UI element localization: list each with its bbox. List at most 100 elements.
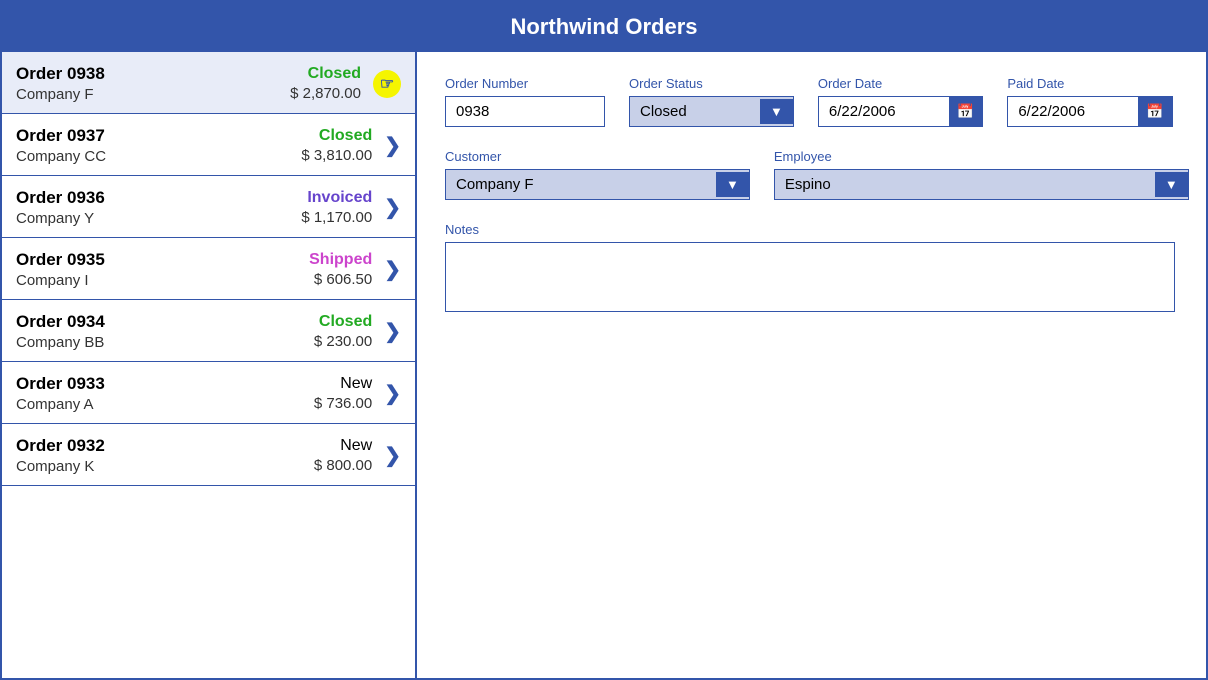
order-title-0932: Order 0932 — [16, 436, 314, 456]
order-company-0936: Company Y — [16, 210, 301, 227]
order-status-badge-0932: New — [340, 437, 372, 455]
order-status-badge-0938: Closed — [308, 65, 361, 83]
order-right-0937: Closed $ 3,810.00 — [301, 127, 372, 164]
order-title-0935: Order 0935 — [16, 250, 309, 270]
order-title-0938: Order 0938 — [16, 64, 290, 84]
order-status-badge-0936: Invoiced — [307, 189, 372, 207]
order-item-0934[interactable]: Order 0934 Company BB Closed $ 230.00 ❯ — [2, 300, 415, 362]
customer-select[interactable]: Company A Company B Company BB Company C… — [446, 170, 716, 199]
order-item-0938[interactable]: Order 0938 Company F Closed $ 2,870.00 ☞ — [2, 52, 415, 114]
order-title-0934: Order 0934 — [16, 312, 314, 332]
form-row-1: Order Number Order Status New Invoiced S… — [445, 76, 1178, 127]
chevron-right-icon-0932: ❯ — [384, 443, 401, 468]
order-info-0935: Order 0935 Company I — [16, 250, 309, 289]
employee-select[interactable]: Espino Freehafer Giussani Hellung-Larsen… — [775, 170, 1155, 199]
order-number-label: Order Number — [445, 76, 605, 91]
app-body: Order 0938Company FClosed$ 2,870.00☞Orde… — [2, 52, 1206, 678]
calendar-icon: 📅 — [957, 103, 974, 120]
notes-label: Notes — [445, 222, 1178, 237]
order-right-0936: Invoiced $ 1,170.00 — [301, 189, 372, 226]
order-status-badge-0935: Shipped — [309, 251, 372, 269]
order-amount-0935: $ 606.50 — [314, 271, 372, 288]
dropdown-arrow-icon: ▼ — [770, 104, 783, 119]
chevron-right-icon-0933: ❯ — [384, 381, 401, 406]
order-amount-0937: $ 3,810.00 — [301, 147, 372, 164]
employee-dropdown-arrow-icon: ▼ — [1165, 177, 1178, 192]
order-item-0937[interactable]: Order 0937 Company CC Closed $ 3,810.00 ❯ — [2, 114, 415, 176]
order-info-0937: Order 0937 Company CC — [16, 126, 301, 165]
detail-panel: Order Number Order Status New Invoiced S… — [417, 52, 1206, 678]
order-info-0938: Order 0938 Company F — [16, 64, 290, 103]
order-company-0938: Company F — [16, 86, 290, 103]
form-row-2: Customer Company A Company B Company BB … — [445, 149, 1178, 200]
employee-wrapper: Espino Freehafer Giussani Hellung-Larsen… — [774, 169, 1189, 200]
paid-date-label: Paid Date — [1007, 76, 1172, 91]
order-list: Order 0938Company FClosed$ 2,870.00☞Orde… — [2, 52, 417, 678]
order-info-0936: Order 0936 Company Y — [16, 188, 301, 227]
paid-date-group: Paid Date 📅 — [1007, 76, 1172, 127]
order-right-0932: New $ 800.00 — [314, 437, 372, 474]
order-status-badge-0937: Closed — [319, 127, 372, 145]
order-right-0934: Closed $ 230.00 — [314, 313, 372, 350]
order-number-input[interactable] — [445, 96, 605, 127]
employee-label: Employee — [774, 149, 1189, 164]
app-title: Northwind Orders — [510, 14, 697, 39]
paid-date-wrapper: 📅 — [1007, 96, 1172, 127]
order-info-0933: Order 0933 Company A — [16, 374, 314, 413]
order-date-group: Order Date 📅 — [818, 76, 983, 127]
customer-dropdown-arrow-icon: ▼ — [726, 177, 739, 192]
order-right-0933: New $ 736.00 — [314, 375, 372, 412]
order-status-select[interactable]: New Invoiced Shipped Closed — [630, 97, 760, 126]
order-amount-0932: $ 800.00 — [314, 457, 372, 474]
order-company-0935: Company I — [16, 272, 309, 289]
customer-dropdown-btn[interactable]: ▼ — [716, 172, 749, 197]
chevron-right-icon-0938: ☞ — [373, 70, 401, 98]
order-company-0932: Company K — [16, 458, 314, 475]
order-title-0933: Order 0933 — [16, 374, 314, 394]
order-right-0938: Closed $ 2,870.00 — [290, 65, 361, 102]
order-amount-0938: $ 2,870.00 — [290, 85, 361, 102]
chevron-right-icon-0934: ❯ — [384, 319, 401, 344]
order-status-group: Order Status New Invoiced Shipped Closed… — [629, 76, 794, 127]
order-title-0936: Order 0936 — [16, 188, 301, 208]
chevron-right-icon-0937: ❯ — [384, 133, 401, 158]
order-info-0934: Order 0934 Company BB — [16, 312, 314, 351]
app-header: Northwind Orders — [2, 2, 1206, 52]
order-right-0935: Shipped $ 606.50 — [309, 251, 372, 288]
order-item-0933[interactable]: Order 0933 Company A New $ 736.00 ❯ — [2, 362, 415, 424]
notes-group: Notes — [445, 222, 1178, 312]
customer-label: Customer — [445, 149, 750, 164]
order-status-badge-0934: Closed — [319, 313, 372, 331]
customer-group: Customer Company A Company B Company BB … — [445, 149, 750, 200]
order-item-0932[interactable]: Order 0932 Company K New $ 800.00 ❯ — [2, 424, 415, 486]
order-date-input[interactable] — [819, 97, 949, 126]
notes-textarea[interactable] — [445, 242, 1175, 312]
order-status-label: Order Status — [629, 76, 794, 91]
order-amount-0936: $ 1,170.00 — [301, 209, 372, 226]
app-container: Northwind Orders Order 0938Company FClos… — [0, 0, 1208, 680]
order-item-0935[interactable]: Order 0935 Company IShipped $ 606.50 ❯ — [2, 238, 415, 300]
chevron-right-icon-0935: ❯ — [384, 257, 401, 282]
order-title-0937: Order 0937 — [16, 126, 301, 146]
order-info-0932: Order 0932 Company K — [16, 436, 314, 475]
employee-dropdown-btn[interactable]: ▼ — [1155, 172, 1188, 197]
order-amount-0933: $ 736.00 — [314, 395, 372, 412]
customer-wrapper: Company A Company B Company BB Company C… — [445, 169, 750, 200]
order-status-badge-0933: New — [340, 375, 372, 393]
paid-date-input[interactable] — [1008, 97, 1138, 126]
order-status-dropdown-btn[interactable]: ▼ — [760, 99, 793, 124]
chevron-right-icon-0936: ❯ — [384, 195, 401, 220]
order-company-0937: Company CC — [16, 148, 301, 165]
order-amount-0934: $ 230.00 — [314, 333, 372, 350]
order-item-0936[interactable]: Order 0936 Company Y Invoiced $ 1,170.00 ❯ — [2, 176, 415, 238]
order-date-wrapper: 📅 — [818, 96, 983, 127]
order-number-group: Order Number — [445, 76, 605, 127]
paid-date-calendar-btn[interactable]: 📅 — [1138, 97, 1171, 126]
order-date-calendar-btn[interactable]: 📅 — [949, 97, 982, 126]
employee-group: Employee Espino Freehafer Giussani Hellu… — [774, 149, 1189, 200]
order-status-wrapper: New Invoiced Shipped Closed ▼ — [629, 96, 794, 127]
order-company-0934: Company BB — [16, 334, 314, 351]
order-date-label: Order Date — [818, 76, 983, 91]
calendar-icon-2: 📅 — [1146, 103, 1163, 120]
order-company-0933: Company A — [16, 396, 314, 413]
